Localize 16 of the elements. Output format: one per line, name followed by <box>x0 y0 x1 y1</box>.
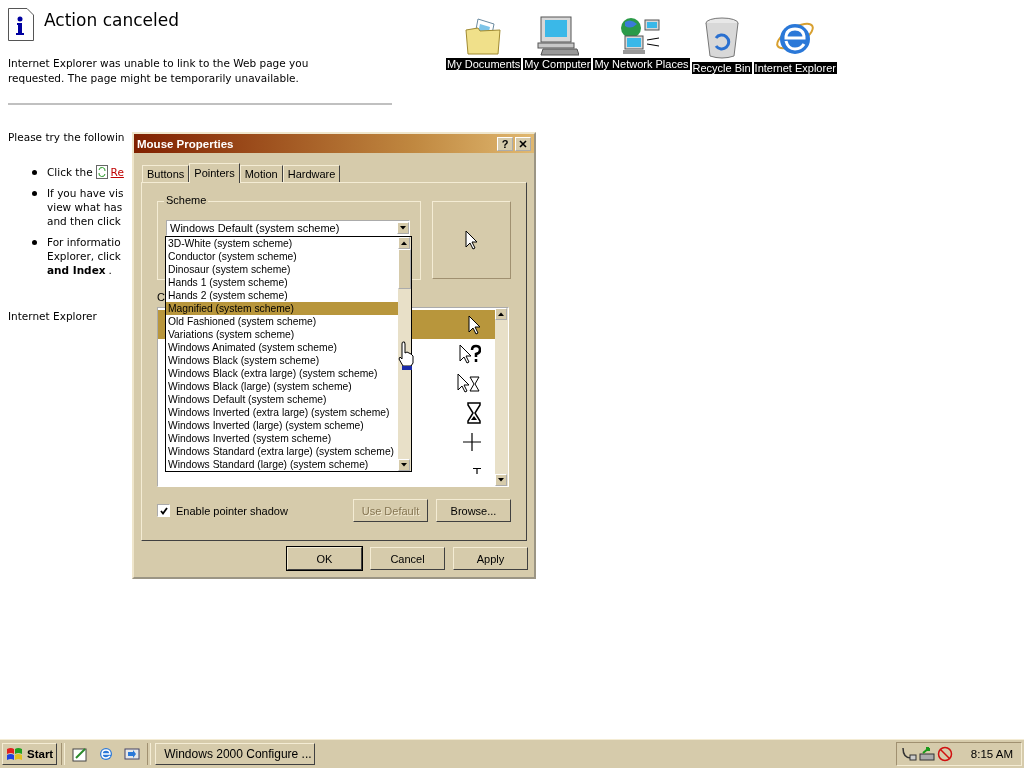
group-label: Scheme <box>164 194 209 206</box>
page-title: Action canceled <box>44 10 179 30</box>
bullet-text: and then click <box>47 214 122 228</box>
bullet-text: and Index. <box>47 263 113 277</box>
bullet-text: view what has <box>47 200 124 214</box>
footer-text: Internet Explorer <box>8 310 97 322</box>
instruction-text: Please try the followin <box>8 131 125 143</box>
error-message: Internet Explorer was unable to link to the Web page you requested. The page might be temporarily unavailable. <box>8 56 310 86</box>
customize-label: C <box>157 291 165 305</box>
bullet-text: Explorer, click <box>47 249 121 263</box>
window-title: Mouse Properties <box>137 137 234 150</box>
bullet-text: If you have vis <box>47 186 124 200</box>
checkbox-label: Enable pointer shadow <box>176 504 288 517</box>
clock: 8:15 AM <box>970 748 1013 760</box>
bullet-text: Click the <box>47 165 93 179</box>
bullet-text: For informatio <box>47 235 121 249</box>
